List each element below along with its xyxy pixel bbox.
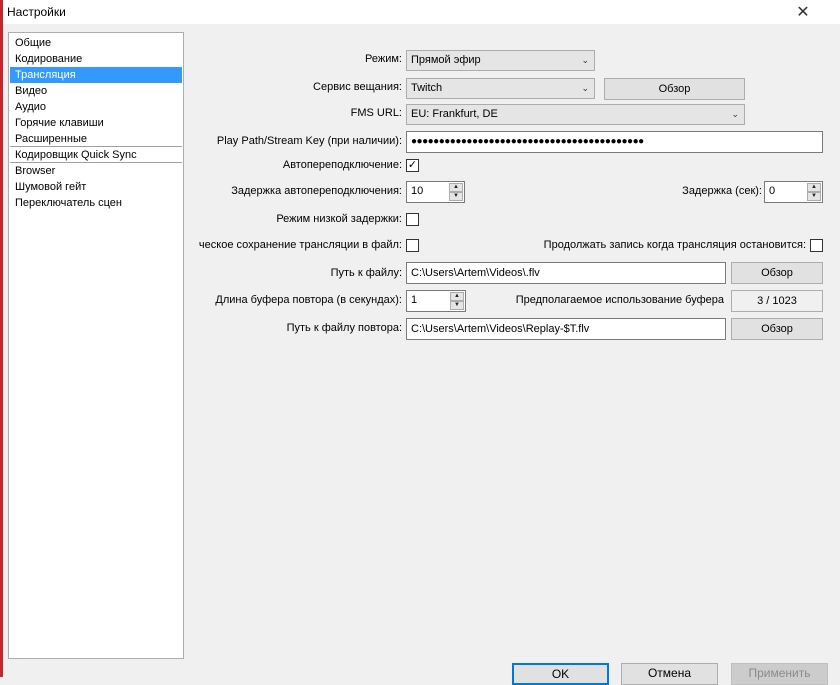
replay-buffer-label: Длина буфера повтора (в секундах): <box>215 294 402 306</box>
apply-button[interactable]: Применить <box>731 663 828 685</box>
settings-category-list: Общие Кодирование Трансляция Видео Аудио… <box>8 32 184 659</box>
autosave-checkbox[interactable] <box>406 239 419 252</box>
reconnect-delay-label: Задержка автопереподключения: <box>231 185 402 197</box>
spin-down-icon[interactable]: ▼ <box>807 192 821 201</box>
window-border <box>0 0 3 677</box>
mode-select[interactable]: Прямой эфир ⌄ <box>406 50 595 71</box>
spin-down-icon[interactable]: ▼ <box>449 192 463 201</box>
sidebar-item-encoding[interactable]: Кодирование <box>10 51 182 67</box>
sidebar-item-scene-switcher[interactable]: Переключатель сцен <box>10 195 182 211</box>
spin-down-icon[interactable]: ▼ <box>450 301 464 310</box>
keep-recording-label: Продолжать запись когда трансляция остан… <box>543 239 806 251</box>
autoreconnect-label: Автопереподключение: <box>282 159 402 171</box>
replay-path-label: Путь к файлу повтора: <box>286 322 402 334</box>
chevron-down-icon: ⌄ <box>731 109 739 119</box>
file-path-label: Путь к файлу: <box>330 267 402 279</box>
delay-spinbox[interactable]: 0 ▲ ▼ <box>764 181 823 203</box>
sidebar-item-quicksync[interactable]: Кодировщик Quick Sync <box>10 147 182 163</box>
window-title: Настройки <box>7 5 66 19</box>
replay-buffer-value: 1 <box>411 294 418 306</box>
fms-url-label: FMS URL: <box>350 107 402 119</box>
replay-buffer-spinbox[interactable]: 1 ▲ ▼ <box>406 290 466 312</box>
service-value: Twitch <box>411 82 443 94</box>
sidebar-item-audio[interactable]: Аудио <box>10 99 182 115</box>
chevron-down-icon: ⌄ <box>581 83 589 93</box>
autosave-label: ческое сохранение трансляции в файл: <box>198 239 402 251</box>
reconnect-delay-spinbox[interactable]: 10 ▲ ▼ <box>406 181 465 203</box>
buffer-usage-label: Предполагаемое использование буфера <box>515 294 724 306</box>
autoreconnect-checkbox[interactable]: ✓ <box>406 159 419 172</box>
cancel-button[interactable]: Отмена <box>621 663 718 685</box>
keep-recording-checkbox[interactable] <box>810 239 823 252</box>
file-path-input[interactable]: C:\Users\Artem\Videos\.flv <box>406 262 726 284</box>
close-icon[interactable]: ✕ <box>793 2 813 22</box>
service-select[interactable]: Twitch ⌄ <box>406 78 595 99</box>
service-label: Сервис вещания: <box>313 81 402 93</box>
fms-url-value: EU: Frankfurt, DE <box>411 108 498 120</box>
file-path-browse-button[interactable]: Обзор <box>731 262 823 284</box>
reconnect-delay-value: 10 <box>411 185 424 197</box>
low-latency-checkbox[interactable] <box>406 213 419 226</box>
sidebar-item-advanced[interactable]: Расширенные <box>10 131 182 147</box>
mode-value: Прямой эфир <box>411 54 481 66</box>
sidebar-item-noise-gate[interactable]: Шумовой гейт <box>10 179 182 195</box>
stream-key-label: Play Path/Stream Key (при наличии): <box>216 135 402 147</box>
title-bar: Настройки ✕ <box>3 0 840 24</box>
delay-label: Задержка (сек): <box>682 185 762 197</box>
spin-up-icon[interactable]: ▲ <box>450 292 464 301</box>
sidebar-item-video[interactable]: Видео <box>10 83 182 99</box>
fms-url-select[interactable]: EU: Frankfurt, DE ⌄ <box>406 104 745 125</box>
stream-key-input[interactable]: ●●●●●●●●●●●●●●●●●●●●●●●●●●●●●●●●●●●●●●●●… <box>406 131 823 153</box>
sidebar-item-browser[interactable]: Browser <box>10 163 182 179</box>
sidebar-item-broadcast[interactable]: Трансляция <box>10 67 182 83</box>
low-latency-label: Режим низкой задержки: <box>276 213 402 225</box>
chevron-down-icon: ⌄ <box>581 55 589 65</box>
ok-button[interactable]: OK <box>512 663 609 685</box>
sidebar-item-general[interactable]: Общие <box>10 35 182 51</box>
sidebar-item-hotkeys[interactable]: Горячие клавиши <box>10 115 182 131</box>
service-browse-button[interactable]: Обзор <box>604 78 745 100</box>
spin-up-icon[interactable]: ▲ <box>449 183 463 192</box>
buffer-usage-value: 3 / 1023 <box>731 290 823 312</box>
replay-path-browse-button[interactable]: Обзор <box>731 318 823 340</box>
delay-value: 0 <box>769 185 776 197</box>
spin-up-icon[interactable]: ▲ <box>807 183 821 192</box>
replay-path-input[interactable]: C:\Users\Artem\Videos\Replay-$T.flv <box>406 318 726 340</box>
mode-label: Режим: <box>365 53 402 65</box>
